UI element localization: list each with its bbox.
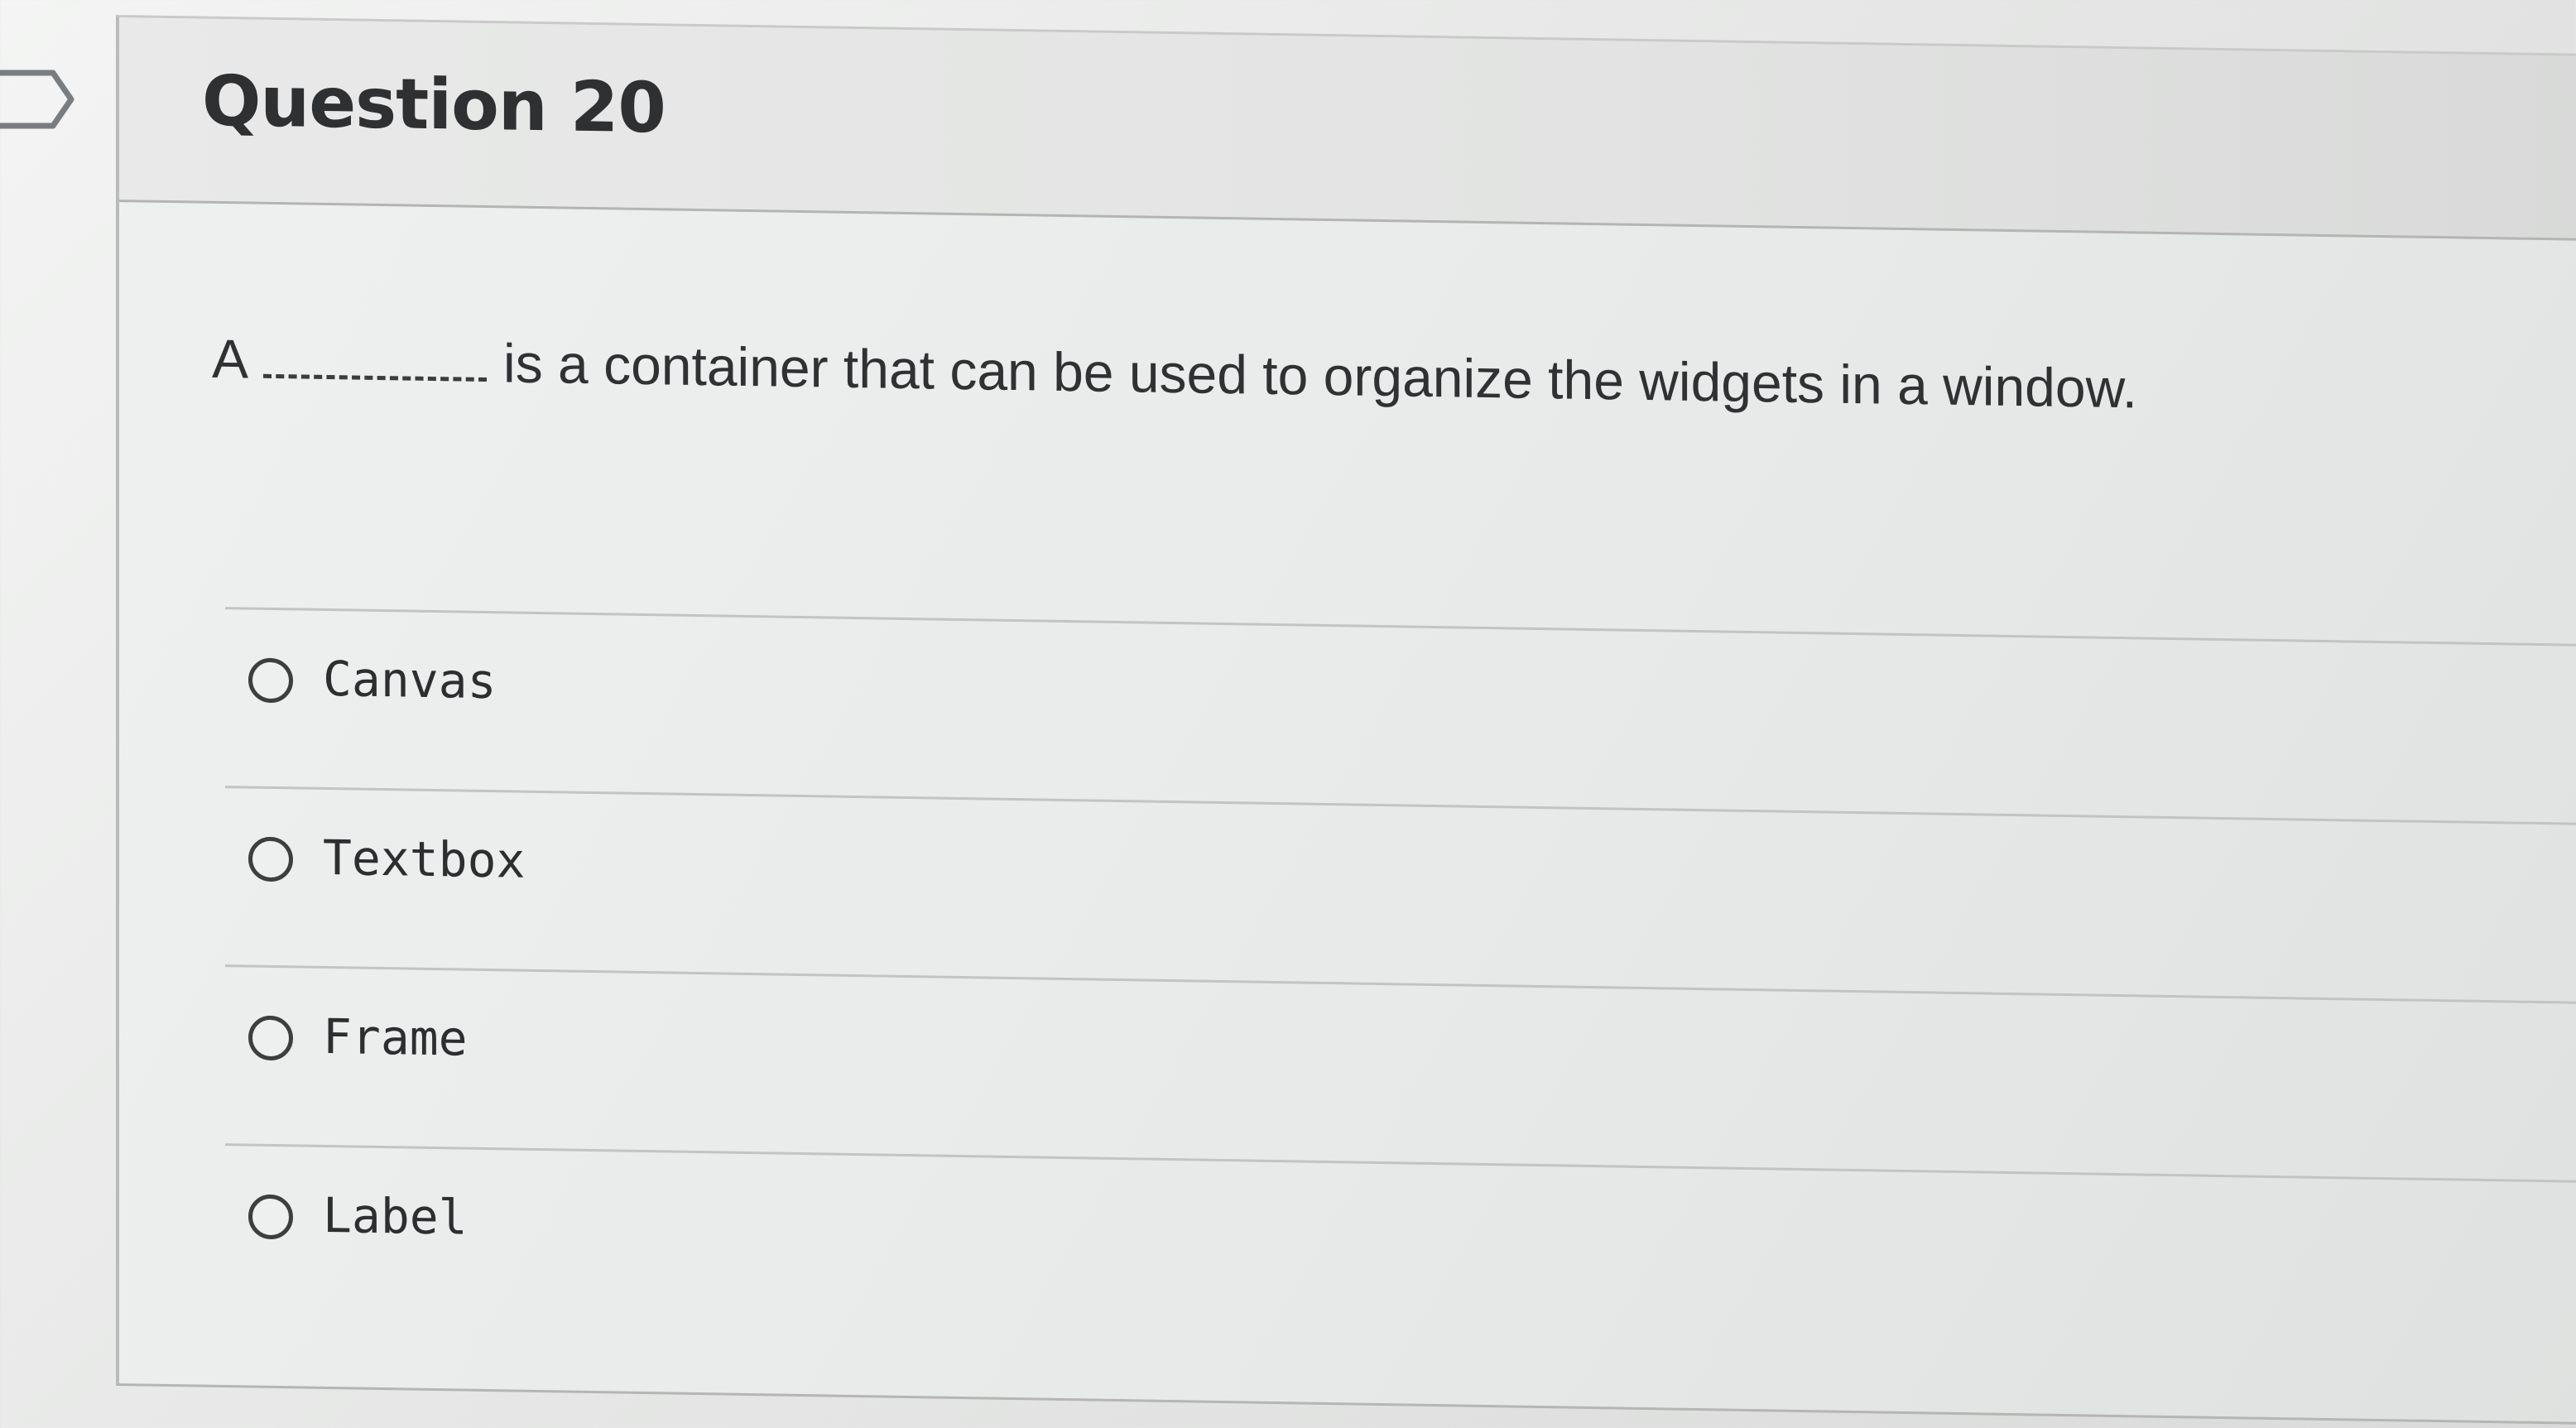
quiz-page: Question 20 Ais a container that can be … xyxy=(0,0,2576,1428)
answer-label[interactable]: Frame xyxy=(323,1008,468,1067)
fill-in-blank xyxy=(263,349,488,382)
prompt-text-after: is a container that can be used to organ… xyxy=(503,332,2137,420)
bookmark-flag-icon[interactable] xyxy=(0,68,76,131)
answer-label[interactable]: Canvas xyxy=(323,651,497,709)
answer-label[interactable]: Label xyxy=(323,1187,468,1246)
question-header: Question 20 xyxy=(119,17,2576,242)
answer-list: Canvas Textbox Frame Label xyxy=(225,607,2576,1360)
answer-option-label[interactable]: Label xyxy=(225,1143,2576,1360)
answer-label[interactable]: Textbox xyxy=(323,829,525,889)
prompt-text-before: A xyxy=(212,327,249,390)
question-card: Question 20 Ais a container that can be … xyxy=(116,15,2576,1426)
question-title: Question 20 xyxy=(202,60,666,149)
radio-circle-icon[interactable] xyxy=(248,836,293,882)
radio-circle-icon[interactable] xyxy=(248,1015,293,1061)
radio-circle-icon[interactable] xyxy=(248,657,293,704)
question-prompt: Ais a container that can be used to orga… xyxy=(212,327,2137,421)
radio-circle-icon[interactable] xyxy=(248,1194,293,1240)
